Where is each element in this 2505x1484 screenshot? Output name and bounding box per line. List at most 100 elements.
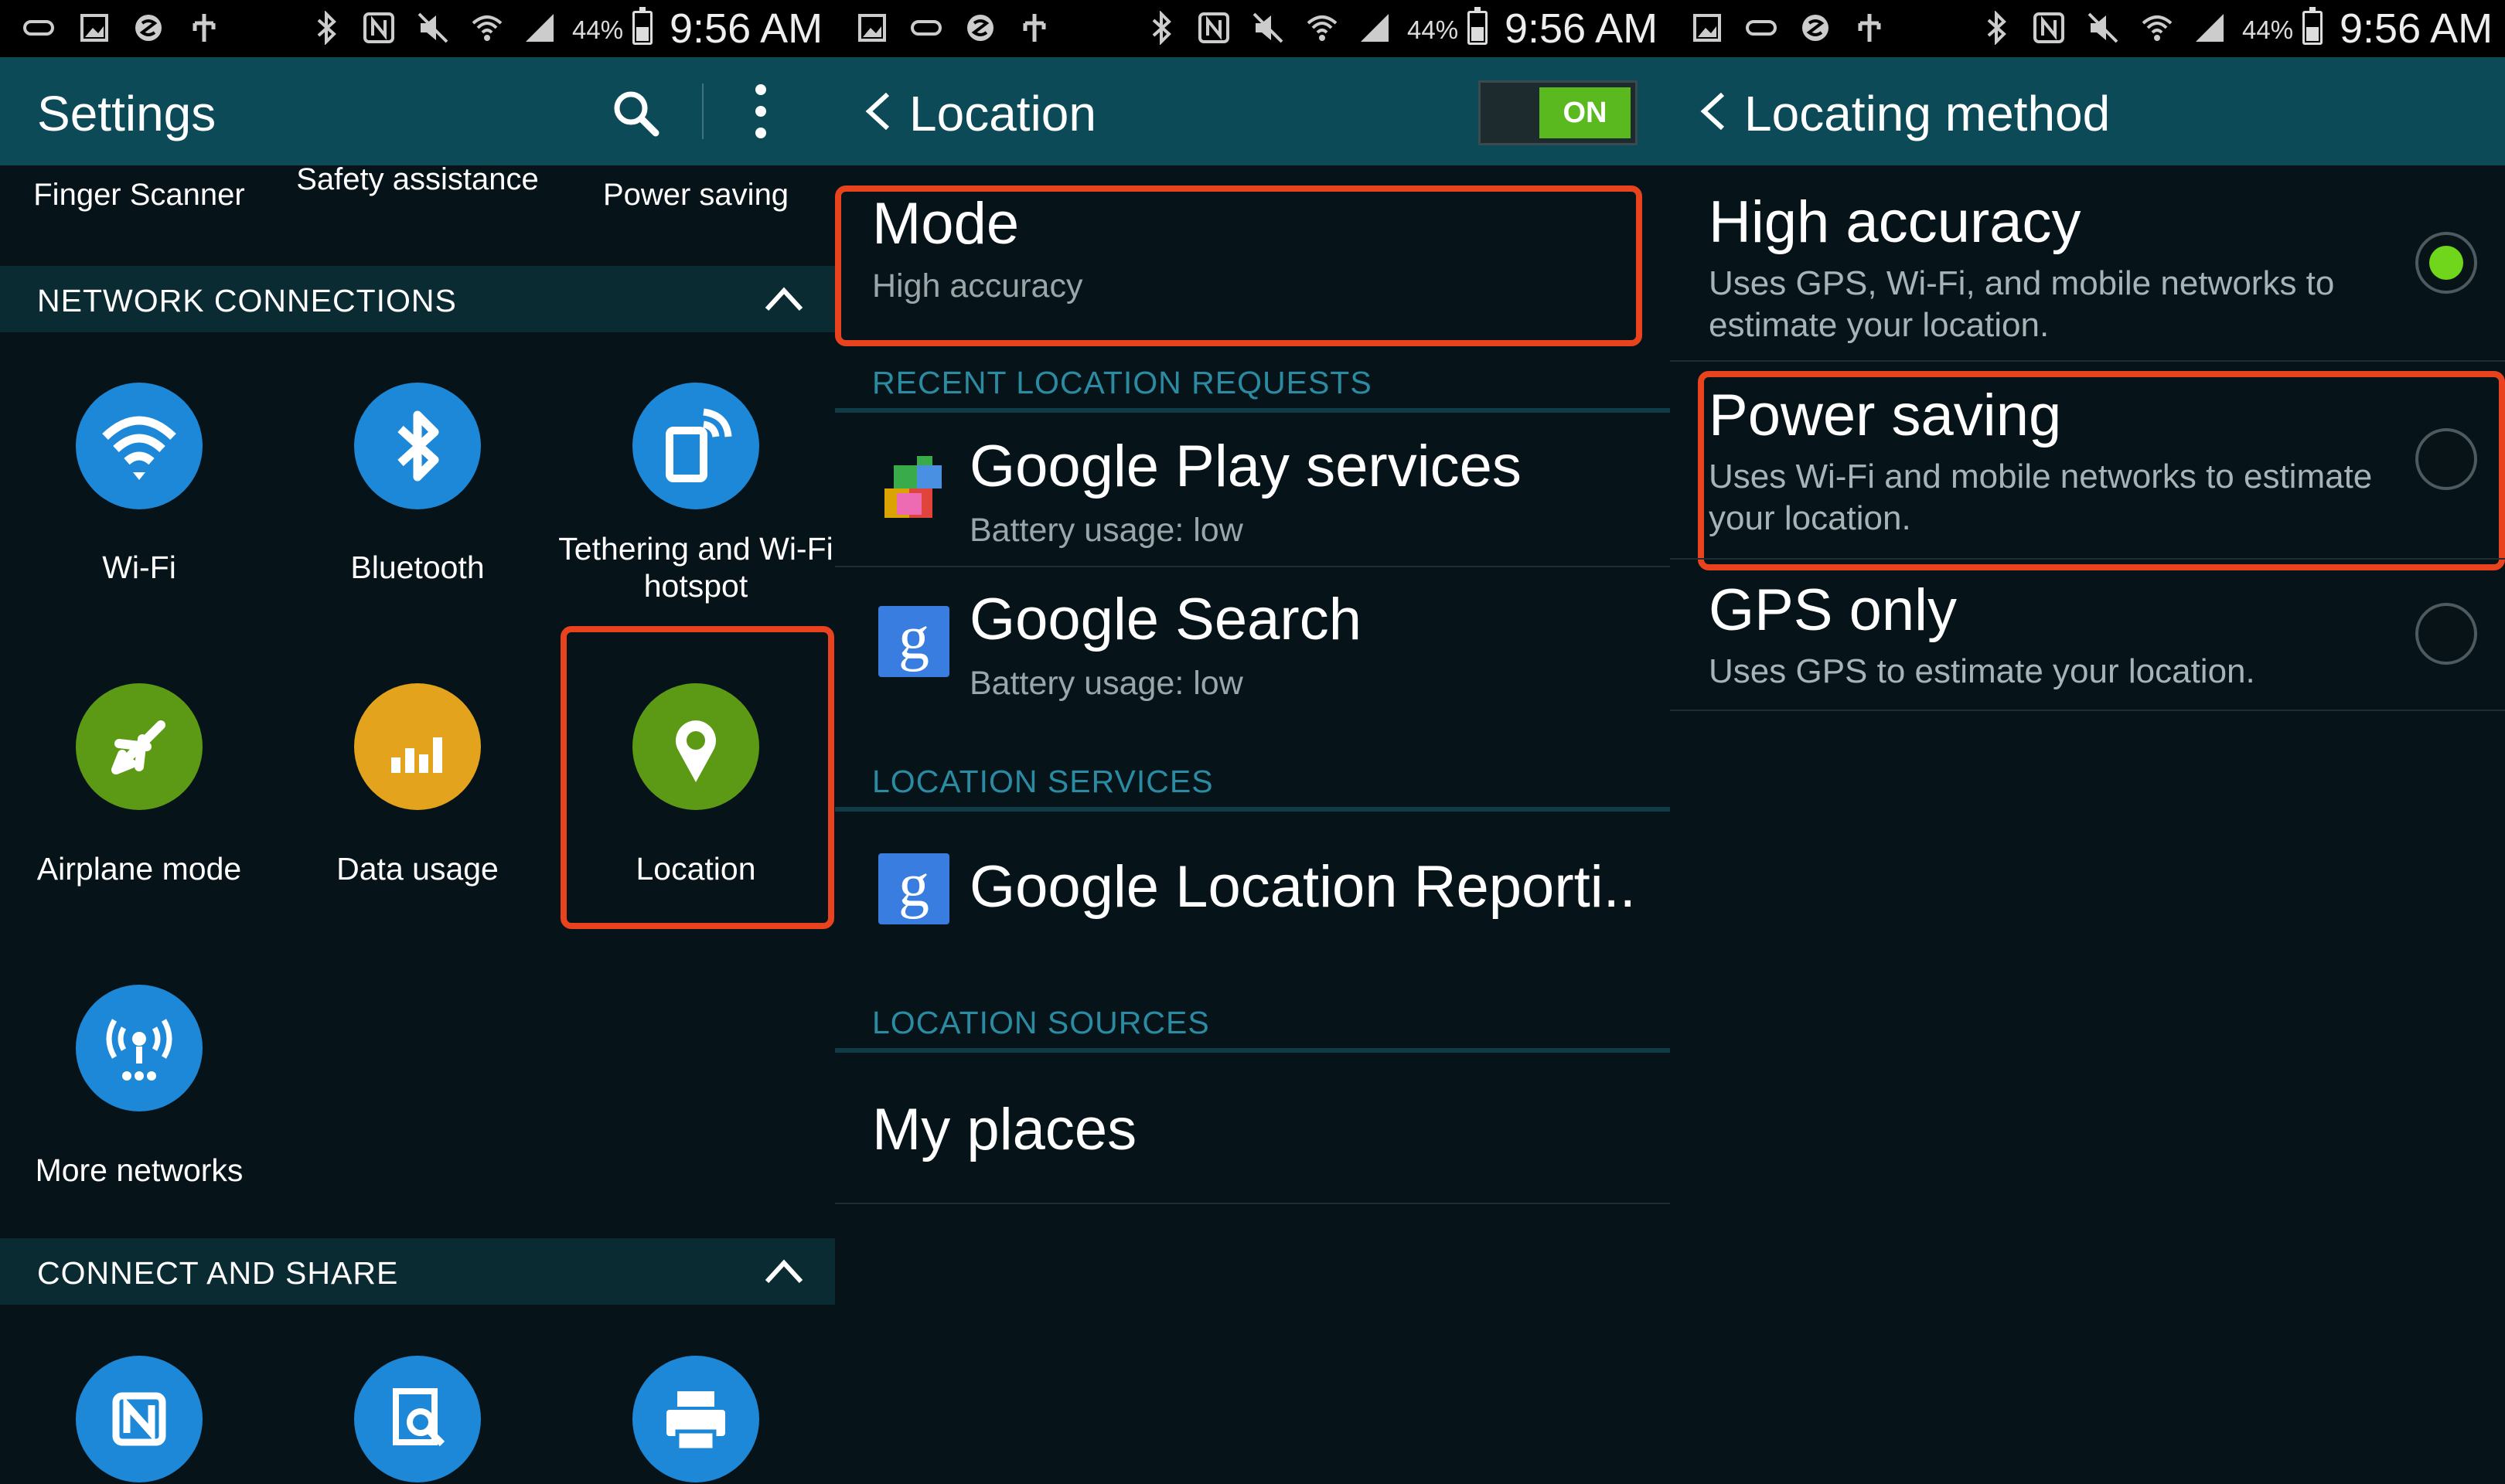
mute-icon [2088,12,2118,43]
location-screen: 44% 9:56 AM Location ON Mode High accura… [835,0,1670,1484]
mode-highlight-box [835,186,1642,346]
wifi-label: Wi-Fi [102,550,176,585]
bluetooth-status-icon [1987,11,2006,45]
section-rule [835,807,1670,812]
list-divider [1670,710,2505,711]
chevron-up-icon[interactable] [762,280,806,318]
printer-icon[interactable] [632,1356,759,1482]
search-icon[interactable] [609,87,663,141]
list-divider [835,566,1670,567]
list-divider [1670,360,2505,362]
bluetooth-status-icon [317,11,336,45]
wifi-status-icon [472,15,503,41]
wifi-status-icon [1307,15,1338,41]
battery-icon [632,7,653,45]
clock: 9:56 AM [2340,5,2493,52]
location-sources-header: LOCATION SOURCES [872,1005,1210,1040]
nfc-status-icon [363,12,394,43]
sync-icon [967,15,993,41]
page-title: Settings [37,86,216,141]
network-connections-header[interactable]: NETWORK CONNECTIONS [0,266,835,332]
battery-icon [2302,7,2323,45]
nearby-search-icon[interactable] [354,1356,481,1482]
mute-icon [418,12,448,43]
clock: 9:56 AM [1505,5,1658,52]
connect-and-share-header[interactable]: CONNECT AND SHARE [0,1238,835,1305]
clock: 9:56 AM [670,5,823,52]
settings-action-bar: Settings [0,57,835,165]
option-title: GPS only [1709,577,1958,643]
cast-icon [23,20,54,36]
source-name: My places [872,1097,1137,1162]
battery-percent: 44% [2242,15,2294,44]
nfc-status-icon [1198,12,1229,43]
google-search-icon: g [878,606,949,677]
service-name: Google Location Reporti.. [970,854,1636,920]
mute-icon [1252,12,1283,43]
battery-percent: 44% [1407,15,1459,44]
recent-requests-header: RECENT LOCATION REQUESTS [872,365,1372,400]
nfc-status-icon [2033,12,2064,43]
battery-icon [1467,7,1488,45]
tethering-label: Tethering and Wi-Fi hotspot [558,531,833,604]
chevron-up-icon[interactable] [762,1252,806,1291]
wifi-icon [76,383,203,509]
signal-icon [526,14,554,42]
power-saving-label[interactable]: Power saving [557,176,835,213]
locating-method-screen: 44% 9:56 AM Locating method High accurac… [1670,0,2505,1484]
image-icon [1693,14,1721,42]
bluetooth-status-icon [1152,11,1171,45]
location-action-bar: Location ON [835,57,1670,165]
cast-icon [1746,20,1777,36]
section-rule [835,1048,1670,1053]
toggle-label: ON [1563,97,1607,129]
section-rule [835,408,1670,413]
location-services-header: LOCATION SERVICES [872,764,1214,799]
section-title: NETWORK CONNECTIONS [37,283,457,318]
safety-assistance-label[interactable]: Safety assistance [278,161,557,198]
radio-unselected[interactable] [2415,603,2477,665]
usb-icon [1023,14,1046,42]
back-chevron-icon[interactable] [857,88,903,134]
sync-icon [135,15,162,41]
back-chevron-icon[interactable] [1692,88,1738,134]
radio-selected[interactable] [2415,232,2477,294]
battery-usage: Battery usage: low [970,665,1243,702]
overflow-menu-icon[interactable] [752,80,770,142]
more-networks-label: More networks [35,1152,244,1188]
settings-screen: 44% 9:56 AM Settings Finger Scanner Safe… [0,0,835,1484]
status-bar: 44% 9:56 AM [1670,0,2505,57]
image-icon [80,14,108,42]
google-icon: g [878,853,949,924]
page-title: Location [909,86,1096,141]
cast-icon [911,20,942,36]
action-divider [702,83,704,139]
option-description: Uses GPS to estimate your location. [1709,652,2255,690]
usb-icon [1858,14,1881,42]
status-bar: 44% 9:56 AM [0,0,835,57]
bluetooth-icon [354,383,481,509]
hotspot-icon [632,383,759,509]
wifi-status-icon [2142,15,2173,41]
app-name: Google Search [970,587,1362,652]
page-title: Locating method [1744,86,2111,141]
status-bar: 44% 9:56 AM [835,0,1670,57]
option-title: High accuracy [1709,189,2081,255]
sync-icon [1802,15,1828,41]
locating-method-action-bar: Locating method [1670,57,2505,165]
nfc-icon[interactable] [76,1356,203,1482]
app-name: Google Play services [970,434,1522,499]
location-toggle[interactable]: ON [1478,80,1638,145]
finger-scanner-label[interactable]: Finger Scanner [0,176,278,213]
signal-icon [1361,14,1389,42]
location-highlight-box [561,626,834,929]
data-usage-label: Data usage [336,851,499,887]
option-description: Uses GPS, Wi-Fi, and mobile networks to … [1709,264,2335,344]
image-icon [858,14,886,42]
battery-percent: 44% [572,15,624,44]
section-title: CONNECT AND SHARE [37,1255,399,1291]
battery-usage: Battery usage: low [970,512,1243,549]
airplane-icon [76,683,203,810]
partial-grid-row: Finger Scanner Safety assistance Power s… [0,162,835,266]
airplane-label: Airplane mode [36,851,242,887]
